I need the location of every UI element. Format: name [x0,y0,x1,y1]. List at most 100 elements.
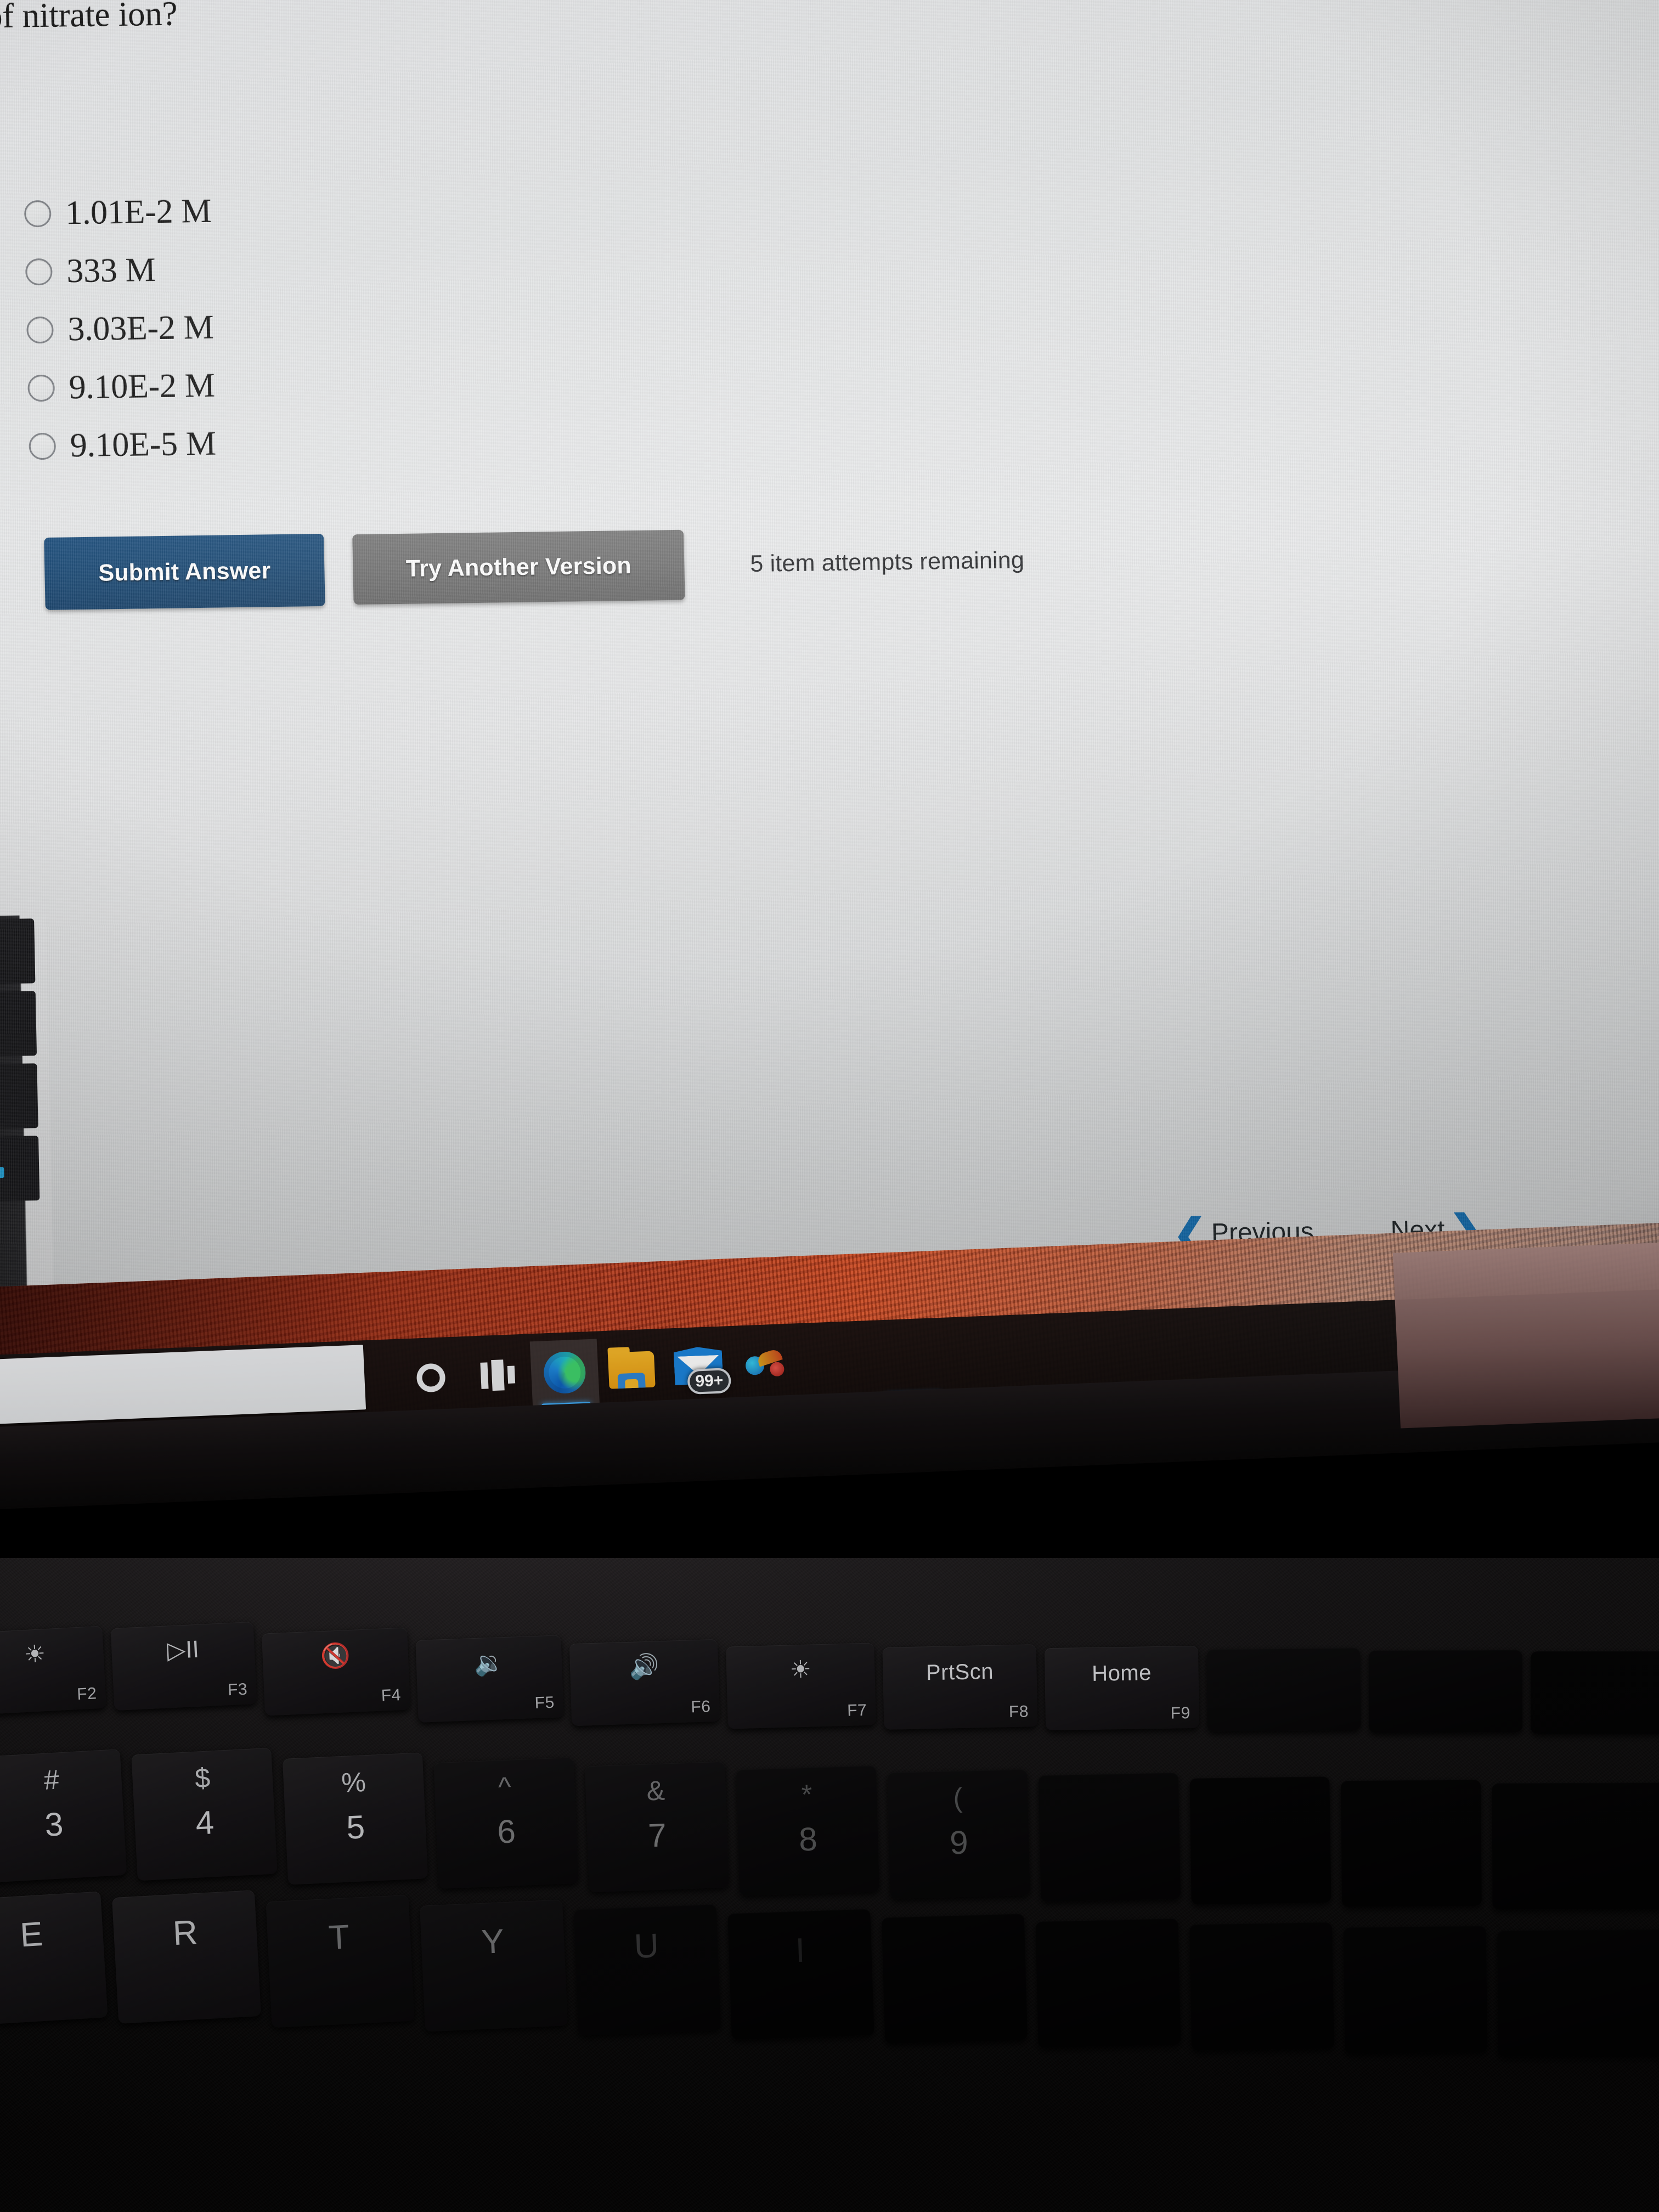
key-7-label: 7 [647,1816,667,1854]
answer-choice-label: 333 M [66,251,156,290]
radio-button-icon[interactable] [24,200,52,227]
key-f12[interactable] [1531,1651,1659,1734]
key-9[interactable]: ( 9 [887,1769,1030,1899]
key-e-label: E [19,1915,44,1955]
play-pause-icon: ▷II [166,1635,200,1664]
key-y[interactable]: Y [420,1899,568,2032]
key-8-label: 8 [798,1820,818,1858]
answer-choice-d[interactable]: 9.10E-2 M [27,348,797,417]
try-another-version-button[interactable]: Try Another Version [352,529,685,605]
key-minus[interactable] [1189,1776,1331,1905]
key-f8-prtscn[interactable]: PrtScn F8 [882,1644,1038,1730]
submit-answer-button[interactable]: Submit Answer [44,533,325,610]
sidebar-tab-4[interactable] [0,1136,40,1201]
key-t[interactable]: T [266,1894,415,2028]
key-bracket-left[interactable] [1189,1922,1334,2051]
key-f11[interactable] [1368,1650,1523,1733]
key-i[interactable]: I [727,1909,874,2040]
key-3-label: 3 [43,1805,64,1843]
key-8[interactable]: * 8 [736,1765,880,1896]
key-f6[interactable]: 🔊 F6 [569,1639,720,1726]
key-4[interactable]: $ 4 [131,1747,278,1881]
taskbar-item-cortana[interactable] [396,1344,466,1412]
volume-up-icon: 🔊 [628,1653,660,1681]
mail-icon: 99+ [673,1346,732,1395]
key-e[interactable]: E [0,1891,108,2026]
laptop-keyboard: ☀ F2 ▷II F3 🔇 F4 🔉 F5 🔊 F6 ☀ F7 PrtScn F… [0,1558,1659,2212]
key-f8-label: F8 [1008,1702,1029,1722]
key-3-shifted-label: # [43,1764,60,1796]
key-f3-label: F3 [227,1680,248,1700]
radio-button-icon[interactable] [29,432,57,460]
answer-choice-list: 1.01E-2 M 333 M 3.03E-2 M 9.10E-2 M 9.10… [24,174,798,475]
taskbar-item-mail[interactable]: 99+ [663,1334,733,1401]
radio-button-icon[interactable] [25,258,53,285]
radio-button-icon[interactable] [27,374,55,402]
key-f2[interactable]: ☀ F2 [0,1626,106,1716]
taskbar-item-task-view[interactable] [463,1341,533,1409]
key-p[interactable] [1035,1918,1181,2048]
sidebar-tab-3[interactable] [0,1063,38,1129]
answer-choice-label: 3.03E-2 M [67,308,215,348]
key-i-label: I [794,1931,806,1970]
microsoft-edge-icon [543,1351,587,1395]
browser-content-area: If 4.00 g Fe(NO3)3 is dissolved in enoug… [0,0,1659,1372]
key-y-label: Y [480,1922,505,1961]
sidebar-accent-marker [0,1167,4,1178]
key-6-shifted-label: ^ [498,1771,512,1803]
key-f4[interactable]: 🔇 F4 [261,1627,411,1716]
key-f10[interactable] [1206,1647,1361,1732]
key-5-label: 5 [346,1808,366,1846]
key-7[interactable]: & 7 [585,1761,729,1893]
laptop-screen: If 4.00 g Fe(NO3)3 is dissolved in enoug… [0,0,1659,1514]
key-5-shifted-label: % [341,1767,366,1799]
key-f5-label: F5 [534,1693,555,1713]
key-f9-home[interactable]: Home F9 [1044,1645,1200,1731]
taskbar-item-file-explorer[interactable] [597,1336,667,1404]
question-suffix: mL of solution, what is the molar concen… [0,0,178,36]
answer-choice-c[interactable]: 3.03E-2 M [26,290,795,359]
answer-choice-a[interactable]: 1.01E-2 M [24,174,793,243]
key-bracket-right[interactable] [1343,1926,1488,2054]
key-u[interactable]: U [573,1904,721,2036]
answer-choice-label: 1.01E-2 M [65,192,212,232]
answer-choice-b[interactable]: 333 M [25,232,794,301]
key-f9-label: F9 [1170,1704,1190,1723]
brightness-icon: ☀ [23,1640,47,1669]
home-label: Home [1091,1661,1152,1686]
key-9-label: 9 [949,1824,969,1861]
key-u-label: U [633,1927,660,1966]
taskbar-item-misc-app[interactable] [730,1331,800,1398]
volume-down-icon: 🔉 [473,1649,505,1678]
key-5[interactable]: % 5 [282,1752,428,1885]
key-f3[interactable]: ▷II F3 [110,1621,257,1711]
action-button-row: Submit Answer Try Another Version 5 item… [44,524,1025,610]
key-f5[interactable]: 🔉 F5 [415,1635,564,1723]
key-4-shifted-label: $ [194,1762,211,1794]
key-r[interactable]: R [111,1890,262,2024]
radio-button-icon[interactable] [26,316,54,343]
key-3[interactable]: # 3 [0,1749,127,1883]
key-f7-label: F7 [847,1701,867,1720]
answer-choice-e[interactable]: 9.10E-5 M [29,407,798,476]
key-f6-label: F6 [690,1697,711,1717]
sidebar-tab-1[interactable] [0,918,36,984]
key-backslash[interactable] [1497,1929,1659,2057]
key-f7[interactable]: ☀ F7 [726,1643,876,1729]
key-equals[interactable] [1341,1779,1482,1908]
key-6-label: 6 [496,1813,517,1850]
key-6[interactable]: ^ 6 [433,1757,579,1889]
key-backspace[interactable] [1492,1782,1659,1910]
key-o[interactable] [881,1914,1028,2044]
taskbar-item-microsoft-edge[interactable] [529,1339,600,1408]
cortana-icon [416,1363,446,1393]
key-f2-label: F2 [76,1684,98,1704]
key-4-label: 4 [194,1804,215,1842]
key-r-label: R [172,1913,199,1953]
sidebar-tab-2[interactable] [0,991,37,1057]
key-0[interactable] [1038,1773,1181,1902]
task-view-icon [480,1359,516,1391]
mute-icon: 🔇 [319,1641,351,1671]
mail-unread-badge: 99+ [687,1368,732,1395]
keyboard-backlight-icon: ☀ [789,1656,812,1684]
